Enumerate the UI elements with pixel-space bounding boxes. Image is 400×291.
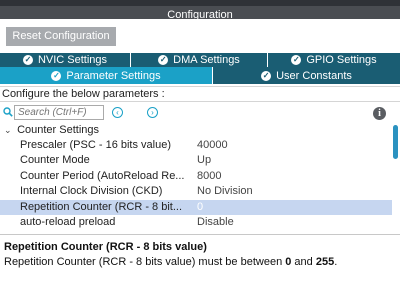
tab-row-primary: ✓ Parameter Settings ✓ User Constants [0,67,400,84]
configure-hint: Configure the below parameters : [0,86,400,102]
param-value[interactable]: Disable [197,215,234,230]
description-title: Repetition Counter (RCR - 8 bits value) [4,241,207,253]
tab-nvic-settings[interactable]: ✓ NVIC Settings [0,53,130,67]
search-next-icon[interactable]: › [147,107,158,118]
description-panel: Repetition Counter (RCR - 8 bits value) … [0,234,400,291]
tab-dma-settings[interactable]: ✓ DMA Settings [131,53,267,67]
description-text: Repetition Counter (RCR - 8 bits value) … [4,256,396,268]
param-value[interactable]: Up [197,153,211,168]
check-circle-icon: ✓ [51,70,62,81]
chevron-down-icon[interactable]: ⌄ [4,123,14,138]
reset-configuration-button[interactable]: Reset Configuration [6,27,116,46]
group-counter-settings[interactable]: ⌄ Counter Settings [0,123,392,138]
param-value[interactable]: No Division [197,184,253,199]
parameter-tree: ⌄ Counter Settings Prescaler (PSC - 16 b… [0,123,392,231]
group-label: Counter Settings [17,124,99,136]
param-name: auto-reload preload [20,215,116,228]
param-row-repetition-counter[interactable]: Repetition Counter (RCR - 8 bit... 0 [0,199,392,215]
description-max: 255 [315,256,335,268]
search-icon [3,107,13,117]
tab-user-constants[interactable]: ✓ User Constants [213,67,400,84]
tab-row-secondary: ✓ NVIC Settings ✓ DMA Settings ✓ GPIO Se… [0,53,400,67]
info-icon[interactable]: i [373,107,386,120]
search-row: ‹ › i [0,104,400,122]
tab-label: NVIC Settings [37,54,108,66]
param-name: Counter Mode [20,154,90,167]
check-circle-icon: ✓ [158,55,169,65]
param-row-auto-reload-preload[interactable]: auto-reload preload Disable [0,215,392,230]
check-circle-icon: ✓ [22,55,33,65]
param-row-clock-division[interactable]: Internal Clock Division (CKD) No Divisio… [0,184,392,199]
search-input[interactable] [14,105,104,120]
param-value[interactable]: 0 [197,200,203,215]
description-text-prefix: Repetition Counter (RCR - 8 bits value) … [4,256,286,268]
tab-label: User Constants [276,69,352,82]
param-row-counter-mode[interactable]: Counter Mode Up [0,153,392,168]
param-row-prescaler[interactable]: Prescaler (PSC - 16 bits value) 40000 [0,138,392,153]
param-name: Internal Clock Division (CKD) [20,185,163,198]
description-text-suffix: . [334,256,338,268]
toolbar: Reset Configuration [0,19,400,53]
param-value[interactable]: 40000 [197,138,228,153]
tab-label: DMA Settings [173,54,240,66]
check-circle-icon: ✓ [291,55,302,65]
param-name: Prescaler (PSC - 16 bits value) [20,139,171,151]
param-name: Repetition Counter (RCR - 8 bit... [20,200,183,213]
tab-gpio-settings[interactable]: ✓ GPIO Settings [268,53,400,67]
tab-parameter-settings[interactable]: ✓ Parameter Settings [0,67,212,84]
tree-scrollbar[interactable] [392,123,400,231]
param-row-counter-period[interactable]: Counter Period (AutoReload Re... 8000 [0,169,392,184]
tab-label: Parameter Settings [66,69,161,82]
param-value[interactable]: 8000 [197,169,221,184]
check-circle-icon: ✓ [261,70,272,81]
param-name: Counter Period (AutoReload Re... [20,169,185,182]
scrollbar-thumb[interactable] [393,125,398,159]
tab-label: GPIO Settings [306,54,377,66]
search-previous-icon[interactable]: ‹ [112,107,123,118]
description-text-mid: and [291,256,316,268]
